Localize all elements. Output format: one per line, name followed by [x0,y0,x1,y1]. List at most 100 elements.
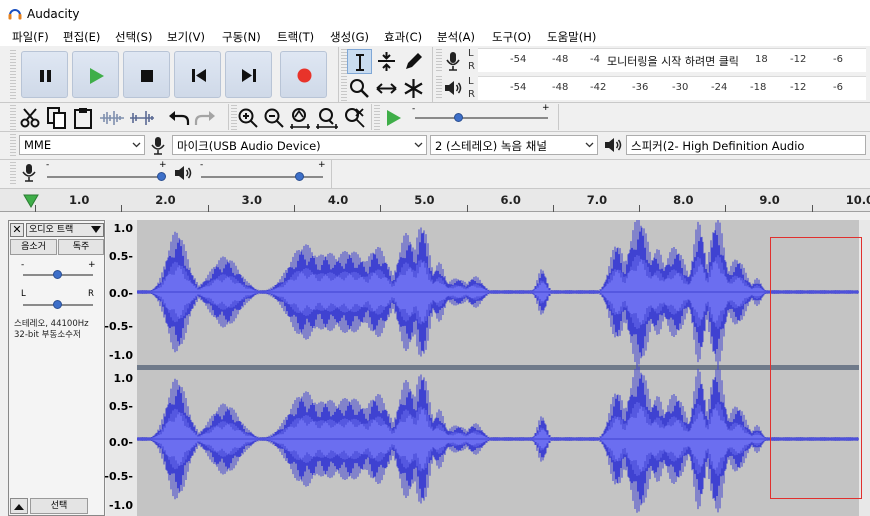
waveform-display[interactable] [137,220,859,516]
close-icon: ✕ [12,223,22,236]
recording-device-select[interactable]: 마이크(USB Audio Device) [172,135,427,155]
pause-button[interactable] [21,51,68,98]
zoom-toggle-icon[interactable] [343,106,367,130]
skip-to-end-button[interactable] [225,51,272,98]
record-volume-slider[interactable] [47,176,165,178]
gain-max-label: + [88,260,96,270]
asterisk-icon [404,79,423,98]
toolbar-separator [432,47,433,102]
menu-help[interactable]: 도움말(H) [547,29,596,45]
skip-to-start-icon [192,69,206,82]
playback-volume-slider-thumb[interactable] [295,172,304,181]
draw-tool-button[interactable] [401,49,426,74]
audio-host-select[interactable]: MME [19,135,145,155]
stop-button[interactable] [123,51,170,98]
menu-tools[interactable]: 도구(O) [492,29,531,45]
meter-tick-label: -42 [590,82,607,93]
playback-volume-max-label: + [318,160,326,170]
track-format-info: 스테레오, 44100Hz 32-bit 부동소수저 [14,319,89,341]
playback-volume-slider[interactable] [201,176,323,178]
menu-select[interactable]: 선택(S) [115,29,152,45]
waveform-area[interactable]: 1.0 0.5- 0.0- -0.5- -1.0 1.0 0.5- 0.0- -… [104,220,870,516]
zoom-tool-button[interactable] [347,76,372,101]
stop-icon [141,70,153,82]
playback-device-select[interactable]: 스피커(2- High Definition Audio [626,135,866,155]
magnifier-icon [350,79,369,98]
toolbar-grip[interactable] [436,76,442,100]
envelope-icon [378,52,395,71]
meter-channel-label: R [468,89,475,100]
timeline-tick-label: 8.0 [673,193,694,207]
play-at-speed-icon[interactable] [383,107,403,129]
record-button[interactable] [280,51,327,98]
menu-transport[interactable]: 구동(N) [222,29,261,45]
recording-channels-select[interactable]: 2 (스테레오) 녹음 채널 [430,135,598,155]
timeline-ticks: 1.0 2.0 3.0 4.0 5.0 6.0 7.0 8.0 9.0 10.0 [0,189,870,213]
title-bar: Audacity [0,0,870,28]
timeline-tick [293,205,295,212]
fit-selection-icon[interactable] [288,106,312,130]
speaker-icon [175,166,192,180]
mute-button[interactable]: 음소거 [10,239,57,255]
menu-bar: 파일(F) 편집(E) 선택(S) 보기(V) 구동(N) 트랙(T) 생성(G… [0,28,870,46]
multi-tool-button[interactable] [401,76,426,101]
silence-audio-icon[interactable] [128,106,156,130]
play-button[interactable] [72,51,119,98]
trim-audio-icon[interactable] [98,106,126,130]
track-menu-button[interactable]: 오디오 트랙 [26,223,104,237]
time-shift-tool-button[interactable] [374,76,399,101]
zoom-in-icon[interactable] [236,106,260,130]
chevron-down-icon [132,142,141,148]
toolbar-separator [331,160,332,188]
toolbar-grip[interactable] [10,162,16,186]
playback-volume-min-label: - [200,160,204,170]
menu-analyze[interactable]: 분석(A) [437,29,475,45]
highlight-rectangle [770,237,862,499]
toolbar-grip[interactable] [10,50,16,100]
timeline-ruler[interactable]: 1.0 2.0 3.0 4.0 5.0 6.0 7.0 8.0 9.0 10.0 [0,188,870,212]
track-name: 오디오 트랙 [29,225,74,235]
gain-slider-thumb[interactable] [53,270,62,279]
toolbar-grip[interactable] [10,105,16,130]
timeline-tick [639,205,641,212]
timeline-tick [811,205,813,212]
speaker-icon[interactable] [443,78,463,98]
microphone-icon [151,137,165,155]
copy-icon[interactable] [45,106,69,130]
play-speed-slider[interactable] [415,117,548,119]
play-speed-slider-thumb[interactable] [454,113,463,122]
menu-tracks[interactable]: 트랙(T) [277,29,314,45]
fit-project-icon[interactable] [314,106,340,130]
toolbar-grip[interactable] [10,134,16,158]
menu-edit[interactable]: 편집(E) [63,29,100,45]
amplitude-label: 0.5- [108,250,133,263]
close-track-button[interactable]: ✕ [10,223,24,237]
skip-to-start-button[interactable] [174,51,221,98]
menu-file[interactable]: 파일(F) [12,29,49,45]
collapse-track-button[interactable] [10,498,28,514]
meter-tick-label: -6 [833,54,843,65]
toolbar-grip[interactable] [374,105,380,130]
undo-icon[interactable] [167,107,191,129]
meter-channel-label: L [468,76,474,87]
toolbar-grip[interactable] [436,49,442,73]
amplitude-label: -0.5- [104,470,133,483]
envelope-tool-button[interactable] [374,49,399,74]
timeline-tick-label: 4.0 [327,193,349,207]
redo-icon[interactable] [193,107,217,129]
menu-generate[interactable]: 생성(G) [330,29,369,45]
zoom-out-icon[interactable] [262,106,286,130]
menu-view[interactable]: 보기(V) [167,29,205,45]
monitoring-hint[interactable]: 모니터링을 시작 하려면 클릭 [607,53,739,69]
select-track-button[interactable]: 선택 [30,498,88,514]
microphone-icon[interactable] [444,50,462,72]
amplitude-label: -1.0 [108,349,133,362]
pan-slider-thumb[interactable] [53,300,62,309]
selection-tool-button[interactable] [347,49,372,74]
cut-icon[interactable] [19,106,43,130]
solo-button[interactable]: 독주 [58,239,104,255]
menu-effect[interactable]: 효과(C) [384,29,422,45]
record-volume-slider-thumb[interactable] [157,172,166,181]
timeline-tick [380,205,382,212]
paste-icon[interactable] [71,106,95,130]
